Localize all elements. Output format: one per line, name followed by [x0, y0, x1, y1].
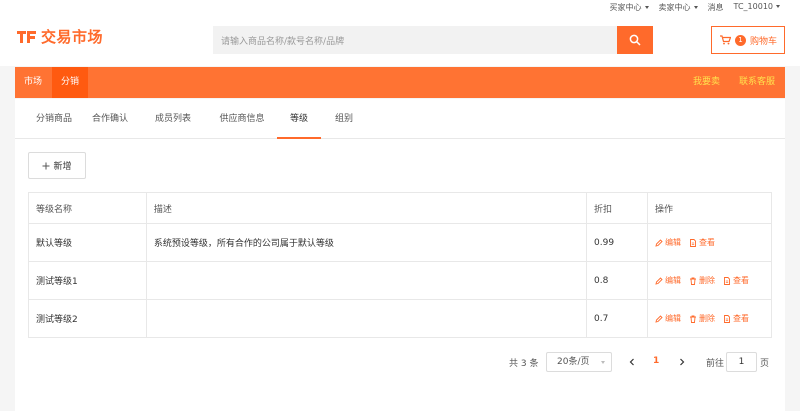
- header-level-name: 等级名称: [28, 192, 147, 224]
- document-icon: [690, 238, 696, 247]
- description-cell: [145, 261, 588, 300]
- tab-group[interactable]: 组别: [333, 99, 355, 139]
- description-cell: 系统预设等级，所有合作的公司属于默认等级: [145, 223, 588, 262]
- plus-icon: [42, 162, 50, 169]
- goto-label: 前往: [706, 359, 725, 369]
- edit-button[interactable]: 编辑: [655, 275, 681, 286]
- header-description: 描述: [145, 192, 588, 224]
- edit-icon: [655, 314, 663, 323]
- user-menu[interactable]: TC_10010: [734, 2, 780, 13]
- edit-button[interactable]: 编辑: [655, 237, 681, 248]
- main-nav: 市场 分销 我要卖 联系客服: [15, 67, 785, 98]
- page-size-value: 20条/页: [557, 357, 590, 367]
- trash-icon: [689, 277, 696, 285]
- seller-center-label: 卖家中心: [658, 3, 691, 12]
- table-header-row: 等级名称 描述 折扣 操作: [28, 192, 773, 224]
- total-count: 共 3 条: [509, 359, 539, 369]
- seller-center-link[interactable]: 卖家中心: [659, 2, 698, 13]
- edit-label: 编辑: [664, 276, 681, 285]
- pagination: 共 3 条 20条/页 1 前往 1 页: [15, 352, 785, 372]
- header-discount: 折扣: [586, 192, 648, 224]
- discount-cell: 0.8: [586, 261, 648, 300]
- view-label: 查看: [732, 314, 749, 323]
- add-level-button[interactable]: 新增: [28, 152, 86, 179]
- prev-page-button[interactable]: [627, 355, 637, 369]
- nav-item-market[interactable]: 市场: [15, 67, 51, 98]
- table-row: 测试等级2 0.7 编辑 删除 查看: [28, 299, 773, 338]
- actions-cell: 编辑 删除 查看: [646, 261, 773, 300]
- cart-count-badge: 1: [735, 34, 746, 46]
- goto-page-input[interactable]: 1: [726, 352, 757, 372]
- logo-text: 交易市场: [41, 28, 104, 46]
- user-name: TC_10010: [733, 2, 773, 11]
- delete-label: 删除: [698, 276, 715, 285]
- search-placeholder: 请输入商品名称/款号名称/品牌: [221, 36, 345, 47]
- level-table: 等级名称 描述 折扣 操作 默认等级 系统预设等级，所有合作的公司属于默认等级 …: [28, 192, 773, 338]
- tab-level[interactable]: 等级: [277, 99, 321, 139]
- logo-icon: [17, 30, 36, 43]
- page-suffix: 页: [760, 359, 770, 369]
- next-page-button[interactable]: [677, 355, 687, 369]
- messages-link[interactable]: 消息: [708, 2, 724, 13]
- tab-cooperation-confirm[interactable]: 合作确认: [90, 99, 130, 139]
- current-page[interactable]: 1: [653, 356, 659, 366]
- search-input[interactable]: 请输入商品名称/款号名称/品牌: [213, 26, 617, 54]
- chevron-down-icon: [644, 6, 649, 9]
- trash-icon: [689, 315, 696, 323]
- add-button-label: 新增: [53, 162, 72, 172]
- search-icon: [629, 34, 641, 46]
- cart-icon: [720, 35, 731, 45]
- header: 交易市场 请输入商品名称/款号名称/品牌 1 购物车: [0, 14, 800, 66]
- tab-supplier-info[interactable]: 供应商信息: [217, 99, 267, 139]
- level-name-cell: 默认等级: [28, 223, 147, 262]
- table-row: 默认等级 系统预设等级，所有合作的公司属于默认等级 0.99 编辑 查看: [28, 223, 773, 262]
- table-row: 测试等级1 0.8 编辑 删除 查看: [28, 261, 773, 300]
- view-button[interactable]: 查看: [723, 275, 749, 286]
- edit-label: 编辑: [664, 238, 681, 247]
- discount-cell: 0.99: [586, 223, 648, 262]
- logo[interactable]: 交易市场: [17, 26, 103, 47]
- tab-bar: 分销商品 合作确认 成员列表 供应商信息 等级 组别: [15, 99, 785, 139]
- view-label: 查看: [698, 238, 715, 247]
- actions-cell: 编辑 删除 查看: [646, 299, 773, 338]
- content-panel: 分销商品 合作确认 成员列表 供应商信息 等级 组别 新增 等级名称 描述 折扣…: [15, 99, 785, 411]
- delete-button[interactable]: 删除: [689, 275, 715, 286]
- edit-icon: [655, 238, 663, 247]
- tab-member-list[interactable]: 成员列表: [153, 99, 193, 139]
- buyer-center-link[interactable]: 买家中心: [610, 2, 649, 13]
- nav-link-sell[interactable]: 我要卖: [693, 67, 720, 98]
- tab-distribution-products[interactable]: 分销商品: [28, 99, 80, 139]
- edit-label: 编辑: [664, 314, 681, 323]
- delete-label: 删除: [698, 314, 715, 323]
- search-button[interactable]: [617, 26, 653, 54]
- page-size-select[interactable]: 20条/页: [546, 352, 612, 372]
- delete-button[interactable]: 删除: [689, 313, 715, 324]
- edit-button[interactable]: 编辑: [655, 313, 681, 324]
- document-icon: [724, 276, 730, 285]
- chevron-down-icon: [601, 361, 605, 364]
- top-utility-bar: 买家中心 卖家中心 消息 TC_10010: [0, 0, 800, 14]
- nav-item-distribution[interactable]: 分销: [52, 67, 89, 98]
- nav-link-support[interactable]: 联系客服: [739, 67, 775, 98]
- discount-cell: 0.7: [586, 299, 648, 338]
- document-icon: [724, 314, 730, 323]
- description-cell: [145, 299, 588, 338]
- buyer-center-label: 买家中心: [609, 3, 642, 12]
- cart-label: 购物车: [750, 36, 778, 47]
- level-name-cell: 测试等级1: [28, 261, 147, 300]
- chevron-down-icon: [776, 5, 780, 8]
- view-label: 查看: [732, 276, 749, 285]
- view-button[interactable]: 查看: [689, 237, 715, 248]
- header-actions: 操作: [646, 192, 773, 224]
- cart-button[interactable]: 1 购物车: [711, 26, 785, 54]
- level-name-cell: 测试等级2: [28, 299, 147, 338]
- edit-icon: [655, 276, 663, 285]
- chevron-down-icon: [693, 6, 698, 9]
- actions-cell: 编辑 查看: [646, 223, 773, 262]
- view-button[interactable]: 查看: [723, 313, 749, 324]
